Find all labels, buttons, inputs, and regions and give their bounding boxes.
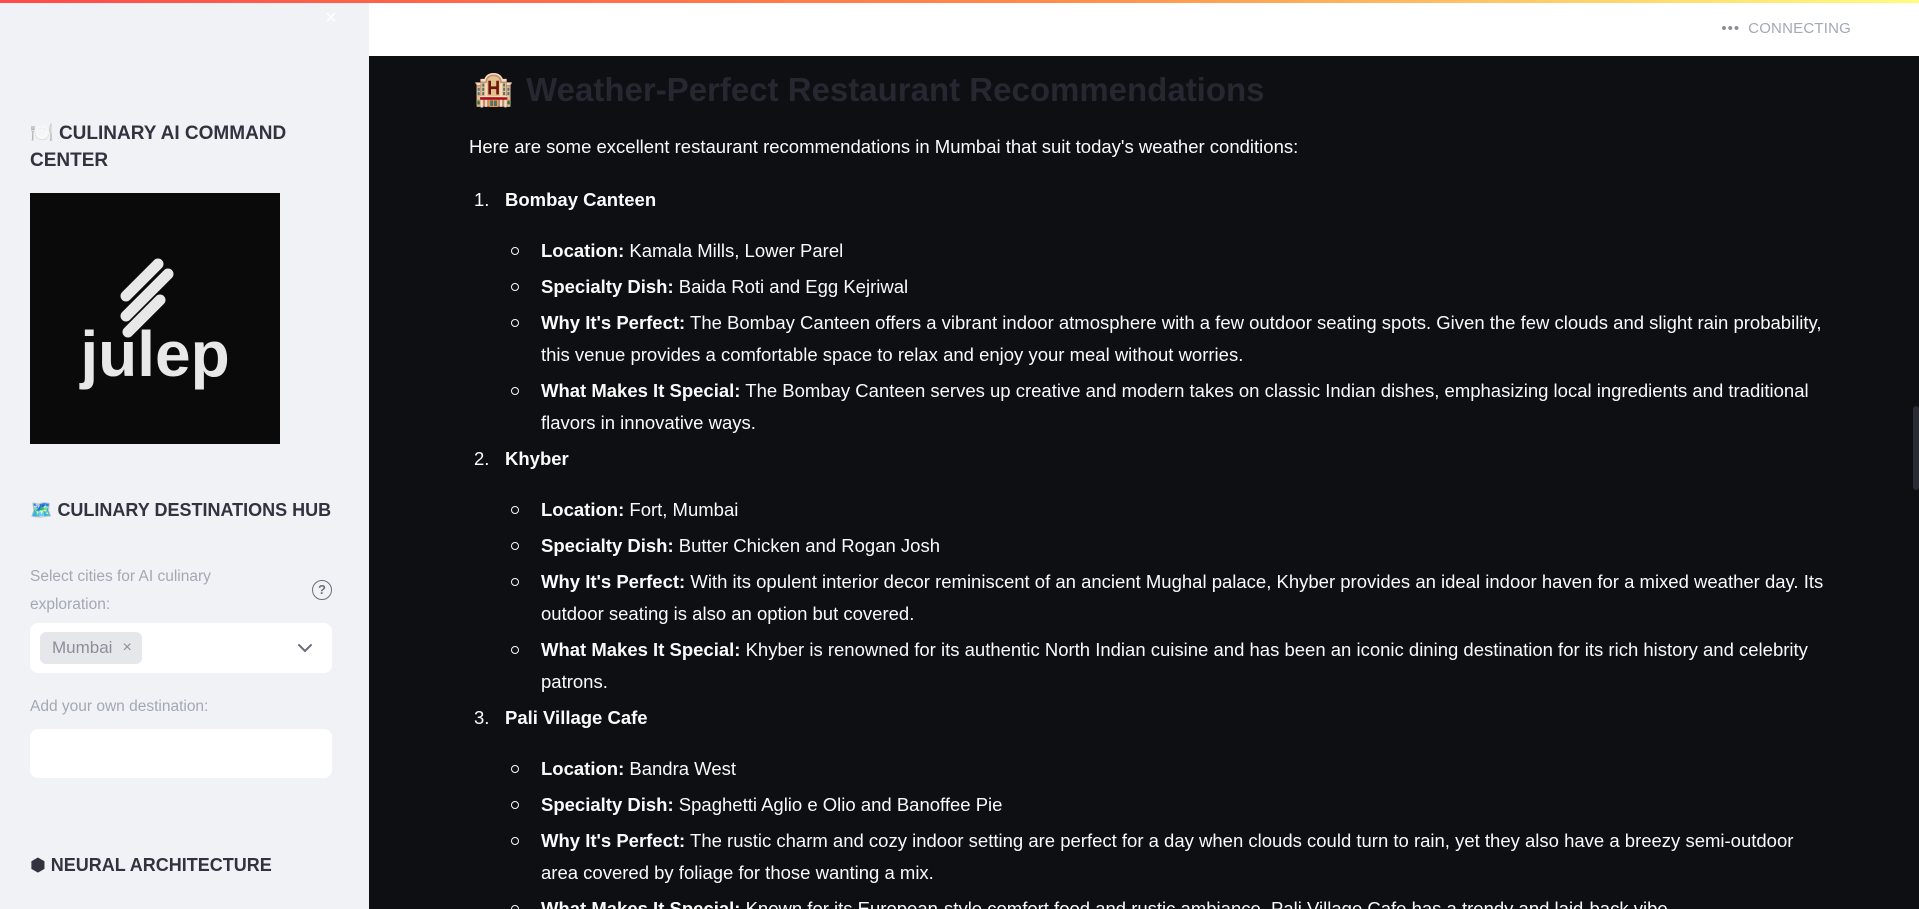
city-multiselect[interactable]: Mumbai × bbox=[30, 623, 332, 673]
list-number: 2. bbox=[474, 448, 490, 469]
hotel-icon: 🏨 bbox=[473, 70, 515, 107]
list-item: Location: Fort, Mumbai bbox=[541, 494, 1831, 526]
chevron-down-icon[interactable] bbox=[294, 637, 316, 659]
bullet-icon bbox=[511, 801, 519, 809]
add-destination-input[interactable] bbox=[30, 729, 332, 778]
item-label: Specialty Dish: bbox=[541, 535, 674, 556]
restaurant-name: Pali Village Cafe bbox=[505, 707, 648, 728]
city-select-label: Select cities for AI culinary exploratio… bbox=[30, 568, 211, 613]
item-label: Specialty Dish: bbox=[541, 276, 674, 297]
item-text: The Bombay Canteen offers a vibrant indo… bbox=[541, 312, 1822, 365]
item-text: Bandra West bbox=[629, 758, 736, 779]
destinations-hub-title-text: CULINARY DESTINATIONS HUB bbox=[57, 500, 332, 520]
status-text: CONNECTING bbox=[1748, 20, 1851, 37]
julep-logo: julep bbox=[30, 193, 280, 444]
bullet-icon bbox=[511, 578, 519, 586]
city-chip-label: Mumbai bbox=[52, 638, 113, 657]
item-text: Butter Chicken and Rogan Josh bbox=[678, 535, 940, 556]
list-item: Why It's Perfect: The rustic charm and c… bbox=[541, 825, 1831, 889]
list-item: Location: Kamala Mills, Lower Parel bbox=[541, 235, 1831, 267]
neural-architecture-title: ⬢ NEURAL ARCHITECTURE bbox=[30, 855, 272, 876]
help-icon[interactable]: ? bbox=[312, 580, 332, 600]
item-text: The rustic charm and cozy indoor setting… bbox=[541, 830, 1794, 883]
bullet-icon bbox=[511, 646, 519, 654]
item-text: Spaghetti Aglio e Olio and Banoffee Pie bbox=[678, 794, 1003, 815]
bullet-icon bbox=[511, 542, 519, 550]
plate-icon: 🍽️ bbox=[30, 123, 54, 144]
top-loading-stripe bbox=[0, 0, 1919, 3]
item-text: Kamala Mills, Lower Parel bbox=[629, 240, 844, 261]
list-number: 3. bbox=[474, 707, 490, 728]
sidebar-title-text: CULINARY AI COMMAND CENTER bbox=[30, 123, 287, 171]
item-label: Location: bbox=[541, 240, 625, 261]
bullet-icon bbox=[511, 905, 519, 909]
bullet-icon bbox=[511, 247, 519, 255]
page-heading: 🏨 Weather-Perfect Restaurant Recommendat… bbox=[473, 70, 1265, 109]
item-text: Fort, Mumbai bbox=[629, 499, 739, 520]
item-label: Specialty Dish: bbox=[541, 794, 674, 815]
list-item: What Makes It Special: The Bombay Cantee… bbox=[541, 375, 1831, 439]
scrollbar-thumb[interactable] bbox=[1913, 406, 1919, 490]
close-sidebar-button[interactable]: × bbox=[321, 8, 341, 28]
list-item: Specialty Dish: Spaghetti Aglio e Olio a… bbox=[541, 789, 1831, 821]
list-item: Location: Bandra West bbox=[541, 753, 1831, 785]
hexagon-icon: ⬢ bbox=[30, 855, 46, 875]
item-label: What Makes It Special: bbox=[541, 639, 741, 660]
item-label: Why It's Perfect: bbox=[541, 830, 686, 851]
item-label: What Makes It Special: bbox=[541, 898, 741, 909]
list-number: 1. bbox=[474, 189, 490, 210]
neural-architecture-title-text: NEURAL ARCHITECTURE bbox=[50, 855, 272, 875]
item-label: Location: bbox=[541, 758, 625, 779]
item-text: Baida Roti and Egg Kejriwal bbox=[678, 276, 909, 297]
list-item: Why It's Perfect: With its opulent inter… bbox=[541, 566, 1831, 630]
bullet-icon bbox=[511, 506, 519, 514]
destinations-hub-title: 🗺️ CULINARY DESTINATIONS HUB bbox=[30, 500, 331, 521]
app-header: ••• CONNECTING bbox=[369, 3, 1919, 56]
list-item: What Makes It Special: Khyber is renowne… bbox=[541, 634, 1831, 698]
logo-wordmark: julep bbox=[79, 318, 229, 390]
bullet-icon bbox=[511, 283, 519, 291]
item-label: Why It's Perfect: bbox=[541, 312, 686, 333]
intro-text: Here are some excellent restaurant recom… bbox=[469, 136, 1299, 157]
item-label: What Makes It Special: bbox=[541, 380, 741, 401]
main-content: 🏨 Weather-Perfect Restaurant Recommendat… bbox=[369, 56, 1919, 909]
restaurant-name: Khyber bbox=[505, 448, 569, 469]
bullet-icon bbox=[511, 387, 519, 395]
item-label: Why It's Perfect: bbox=[541, 571, 686, 592]
chip-remove-icon[interactable]: × bbox=[122, 639, 131, 657]
item-label: Location: bbox=[541, 499, 625, 520]
bullet-icon bbox=[511, 319, 519, 327]
list-item: Why It's Perfect: The Bombay Canteen off… bbox=[541, 307, 1831, 371]
sidebar: × 🍽️ CULINARY AI COMMAND CENTER julep 🗺️… bbox=[0, 0, 369, 909]
sidebar-title: 🍽️ CULINARY AI COMMAND CENTER bbox=[30, 120, 330, 174]
connection-status: ••• CONNECTING bbox=[1721, 20, 1851, 37]
map-icon: 🗺️ bbox=[30, 500, 53, 520]
item-text: With its opulent interior decor reminisc… bbox=[541, 571, 1824, 624]
restaurant-name: Bombay Canteen bbox=[505, 189, 657, 210]
list-item: Specialty Dish: Butter Chicken and Rogan… bbox=[541, 530, 1831, 562]
julep-logo-graphic: julep bbox=[79, 258, 230, 390]
city-chip: Mumbai × bbox=[40, 632, 142, 664]
add-destination-label: Add your own destination: bbox=[30, 698, 209, 715]
page-heading-text: Weather-Perfect Restaurant Recommendatio… bbox=[526, 70, 1265, 108]
bullet-icon bbox=[511, 765, 519, 773]
bullet-icon bbox=[511, 837, 519, 845]
status-dots-icon: ••• bbox=[1721, 20, 1741, 37]
list-item: What Makes It Special: Known for its Eur… bbox=[541, 893, 1831, 909]
item-text: Known for its European-style comfort foo… bbox=[745, 898, 1673, 909]
list-item: Specialty Dish: Baida Roti and Egg Kejri… bbox=[541, 271, 1831, 303]
